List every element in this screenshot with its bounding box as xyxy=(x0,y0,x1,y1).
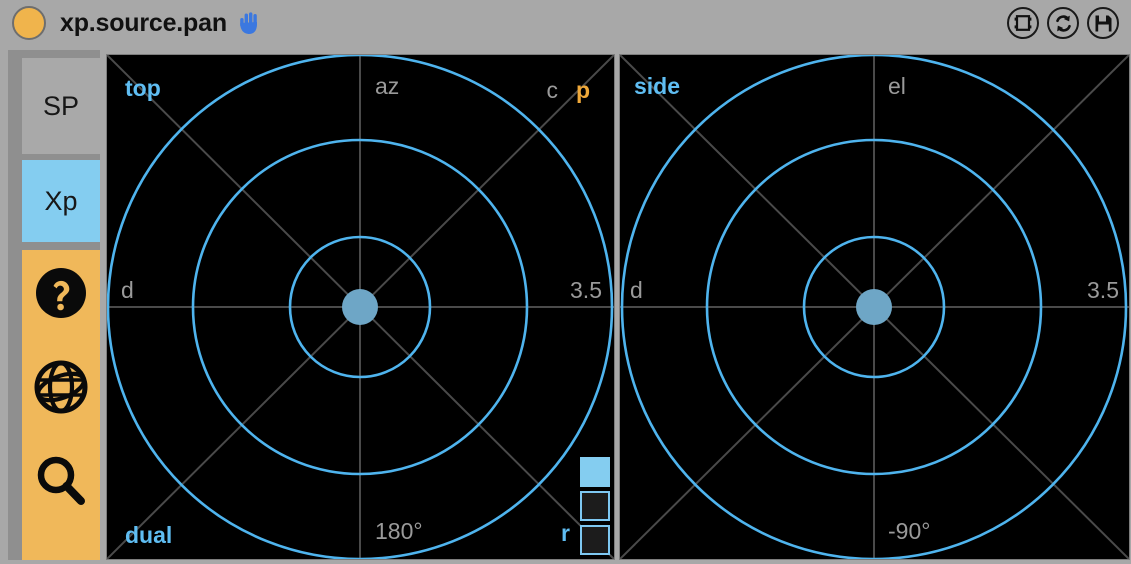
patcher-window-icon[interactable] xyxy=(1007,7,1039,39)
help-icon[interactable] xyxy=(30,262,92,324)
search-icon[interactable] xyxy=(30,450,92,512)
toggle-display-1[interactable] xyxy=(580,457,610,487)
radar-graphic-side xyxy=(620,55,1129,559)
title-bar: xp.source.pan xyxy=(0,0,1131,46)
sidebar-item-sp-label: SP xyxy=(42,90,80,121)
status-dot[interactable] xyxy=(12,6,46,40)
sidebar-item-xp[interactable]: Xp xyxy=(22,160,100,242)
display-toggle-group xyxy=(580,457,610,555)
page-title: xp.source.pan xyxy=(60,8,227,37)
sidebar: SP Xp xyxy=(8,50,100,560)
globe-icon[interactable] xyxy=(30,356,92,418)
refresh-icon[interactable] xyxy=(1047,7,1079,39)
sidebar-tools-panel xyxy=(22,250,100,560)
titlebar-actions xyxy=(1007,7,1119,39)
radar-panel-top[interactable]: top az d 3.5 180° dual c p r xyxy=(106,54,615,560)
toggle-display-3[interactable] xyxy=(580,525,610,555)
sidebar-item-xp-label: Xp xyxy=(44,185,78,216)
sidebar-item-sp[interactable]: SP xyxy=(22,58,100,154)
toggle-display-2[interactable] xyxy=(580,491,610,521)
radar-graphic-top xyxy=(107,55,614,559)
save-icon[interactable] xyxy=(1087,7,1119,39)
radar-panel-side[interactable]: side el d 3.5 -90° xyxy=(619,54,1130,560)
hand-icon[interactable] xyxy=(237,10,263,36)
